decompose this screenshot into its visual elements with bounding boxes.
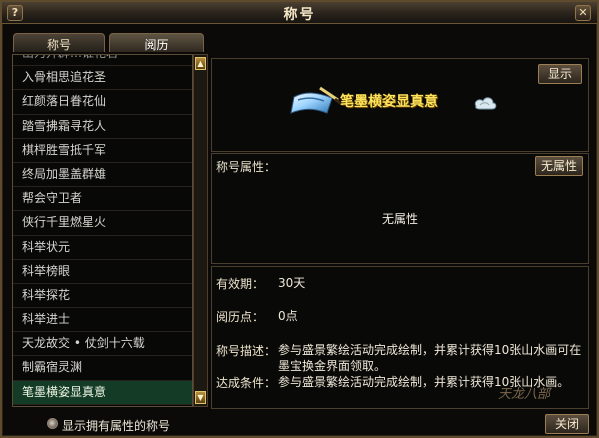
list-item[interactable]: 科举榜眼 [13,260,192,284]
validity-value: 30天 [278,276,306,290]
details-panel: 有效期： 30天 阅历点： 0点 称号描述： 参与盛景繁绘活动完成绘制，并累计获… [211,266,589,409]
list-item[interactable]: 帮会守卫者 [13,187,192,212]
scroll-up-icon[interactable]: ▲ [195,57,206,70]
experience-points-label: 阅历点： [216,310,265,324]
list-item[interactable]: 踏雪拂霜寻花人 [13,115,192,139]
title-window: ? 称号 ✕ 称号 阅历 山为开辟…谁花君 入骨相思追花圣 红颜落日眷花仙 踏雪… [0,0,599,438]
featured-title-name: 笔墨横姿显真意 [340,94,438,110]
validity-label: 有效期： [216,277,265,291]
game-watermark: 天龙八部 [498,387,551,402]
cloud-icon [474,97,497,110]
list-item[interactable]: 棋枰胜雪抵千军 [13,139,192,163]
attribute-value: 无属性 [381,212,418,226]
close-icon[interactable]: ✕ [575,5,591,21]
featured-title-panel: 笔墨横姿显真意 显示 [211,58,589,152]
radio-icon[interactable] [47,418,58,429]
tab-titles[interactable]: 称号 [13,33,105,52]
list-item[interactable]: 制霸宿灵渊 [13,356,192,381]
tab-experience[interactable]: 阅历 [109,33,204,52]
titles-list[interactable]: 山为开辟…谁花君 入骨相思追花圣 红颜落日眷花仙 踏雪拂霜寻花人 棋枰胜雪抵千军… [12,54,193,407]
window-titlebar[interactable]: ? 称号 ✕ [2,2,597,24]
list-item[interactable]: 天龙故交 • 仗剑十六载 [13,332,192,357]
title-attribute-label: 称号属性： [216,160,277,174]
window-title: 称号 [283,7,316,23]
list-item[interactable]: 侠行千里燃星火 [13,211,192,236]
no-attribute-button[interactable]: 无属性 [535,156,583,176]
show-title-button[interactable]: 显示 [538,64,582,84]
list-item-selected[interactable]: 笔墨横姿显真意 [13,380,192,405]
close-button[interactable]: 关闭 [545,414,589,434]
list-item[interactable]: 科举进士 [13,308,192,333]
list-item[interactable]: 入骨相思追花圣 [13,66,192,91]
filter-label: 显示拥有属性的称号 [62,419,171,433]
description-value: 参与盛景繁绘活动完成绘制，并累计获得10张山水画可在墨宝换金界面领取。 [278,343,582,373]
list-item[interactable]: 科举探花 [13,284,192,309]
list-item[interactable]: 终局加墨盖群雄 [13,163,192,188]
list-item-partial[interactable]: 山为开辟…谁花君 [13,55,192,67]
experience-points-value: 0点 [278,309,298,323]
scroll-icon [290,86,341,114]
list-item[interactable]: 红颜落日眷花仙 [13,90,192,115]
list-item[interactable]: 科举状元 [13,236,192,260]
condition-label: 达成条件： [216,376,277,390]
title-list-scrollbar[interactable]: ▲ ▼ [193,54,208,407]
attributes-panel: 称号属性： 无属性 无属性 [211,153,589,264]
description-label: 称号描述： [216,344,277,358]
owned-attribute-filter[interactable]: 显示拥有属性的称号 [47,417,237,433]
scroll-down-icon[interactable]: ▼ [195,391,206,404]
